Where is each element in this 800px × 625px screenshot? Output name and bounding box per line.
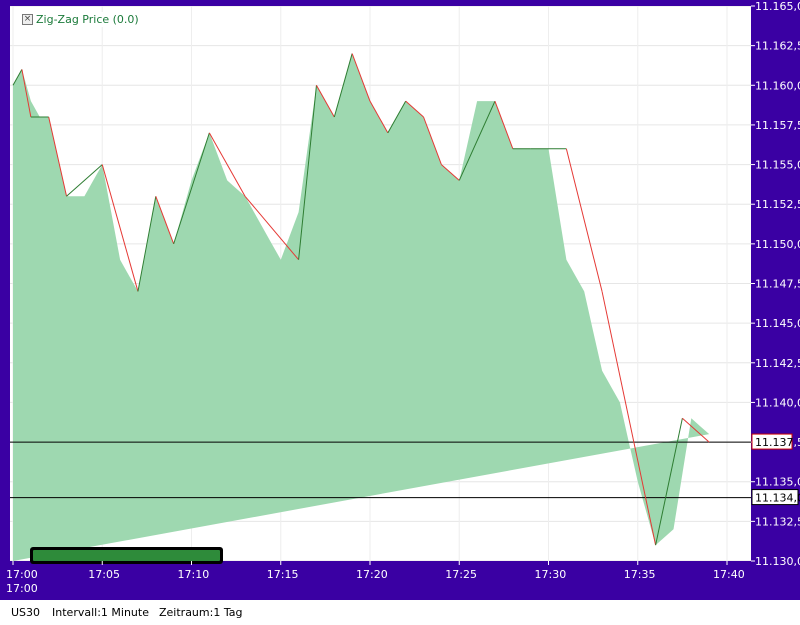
y-tick-label: 11.137,5	[755, 436, 800, 449]
x-tick-label: 17:20	[356, 568, 388, 581]
y-tick-label: 11.165,0	[755, 0, 800, 13]
status-bar: US30 Intervall:1 Minute Zeitraum:1 Tag	[0, 600, 800, 625]
y-tick-label: 11.160,0	[755, 79, 800, 92]
x-tick-label: 17:00	[6, 568, 38, 581]
x-tick-label: 17:40	[713, 568, 745, 581]
legend-label: Zig-Zag Price (0.0)	[36, 13, 139, 26]
x-tick-label: 17:15	[267, 568, 299, 581]
chart-frame: × Zig-Zag Price (0.0) 11.130,0 11.132,5 11…	[0, 0, 800, 600]
y-tick-label: 11.145,0	[755, 317, 800, 330]
y-tick-label: 11.162,5	[755, 40, 800, 53]
navigator-scrollbar[interactable]	[30, 547, 223, 564]
y-tick-label: 11.140,0	[755, 396, 800, 409]
y-tick-label: 11.155,0	[755, 159, 800, 172]
y-tick-label: 11.135,0	[755, 476, 800, 489]
x-tick-sublabel: 17:00	[6, 582, 38, 595]
legend[interactable]: × Zig-Zag Price (0.0)	[22, 12, 139, 27]
y-tick-label: 11.157,5	[755, 119, 800, 132]
x-tick-label: 17:25	[445, 568, 477, 581]
price-label-text: 11.134,0	[755, 492, 800, 505]
x-tick-label: 17:35	[624, 568, 656, 581]
y-tick-label: 11.150,0	[755, 238, 800, 251]
price-label: 11.137	[751, 433, 794, 450]
close-icon[interactable]: ×	[22, 14, 33, 25]
y-tick-label: 11.152,5	[755, 198, 800, 211]
y-tick-label: 11.132,5	[755, 515, 800, 528]
plot-area[interactable]: × Zig-Zag Price (0.0)	[10, 6, 751, 564]
symbol-label: US30	[11, 606, 41, 619]
navigator-thumb[interactable]	[33, 550, 220, 561]
x-tick-label: 17:10	[178, 568, 210, 581]
price-label-box	[751, 489, 799, 506]
price-label: 11.134,0	[751, 489, 800, 506]
x-tick-label: 17:30	[535, 568, 567, 581]
x-tick-label: 17:05	[88, 568, 120, 581]
price-area	[13, 53, 710, 561]
chart-svg	[10, 6, 751, 561]
range-label: Zeitraum:1 Tag	[159, 606, 243, 619]
y-tick-label: 11.147,5	[755, 278, 800, 291]
y-tick-label: 11.142,5	[755, 357, 800, 370]
price-label-text: 11.137	[755, 436, 794, 449]
price-label-box	[751, 433, 793, 450]
interval-label: Intervall:1 Minute	[52, 606, 149, 619]
y-tick-label: 11.130,0	[755, 555, 800, 568]
